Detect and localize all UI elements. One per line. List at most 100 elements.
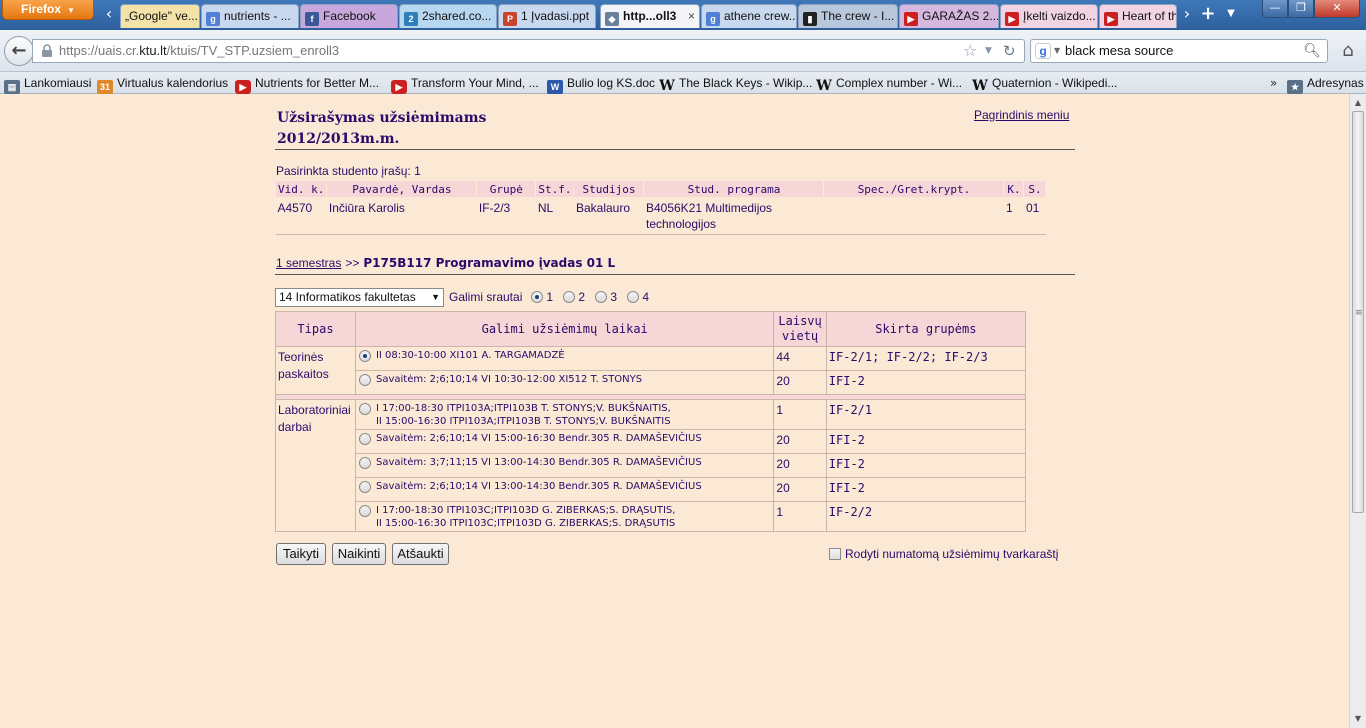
tab-facebook[interactable]: f Facebook xyxy=(300,4,398,28)
stream-radio-4[interactable]: 4 xyxy=(627,290,649,305)
stream-radio-2[interactable]: 2 xyxy=(563,290,585,305)
google-search-engine-icon[interactable]: g xyxy=(1035,43,1051,59)
bookmark-black-keys[interactable]: W The Black Keys - Wikip... xyxy=(659,72,812,94)
tab-ikelti-vaizdo[interactable]: ▶ Įkelti vaizdo... xyxy=(1000,4,1098,28)
magnifier-icon[interactable]: 🔍︎ xyxy=(1303,40,1321,62)
bookmark-complex-number[interactable]: W Complex number - Wi... xyxy=(816,72,962,94)
tab-garazas[interactable]: ▶ GARAŽAS 2... xyxy=(899,4,999,28)
tab-powerpoint[interactable]: P 1 Įvadasi.ppt xyxy=(498,4,596,28)
table-row[interactable]: I 17:00-18:30 ITPI103C;ITPI103D G. ZIBER… xyxy=(276,501,1027,532)
tab-the-crew[interactable]: ▮ The crew - I... xyxy=(798,4,898,28)
bookmark-star-icon[interactable]: ☆ xyxy=(963,40,977,62)
scroll-down-arrow-icon[interactable]: ▼ xyxy=(1351,711,1365,726)
close-tab-icon[interactable]: × xyxy=(688,5,695,27)
vertical-scrollbar[interactable]: ▲ ≡ ▼ xyxy=(1349,94,1366,728)
lock-icon xyxy=(42,44,52,57)
bookmark-folder-adresynas[interactable]: ★ Adresynas xyxy=(1287,72,1364,94)
firefox-menu-button[interactable]: Firefox ▼ xyxy=(2,0,94,20)
table-row[interactable]: A4570 Inčiūra Karolis IF-2/3 NL Bakalaur… xyxy=(275,197,1046,235)
radio-icon[interactable] xyxy=(358,457,371,469)
stream-radio-1[interactable]: 1 xyxy=(531,290,553,305)
time-slot[interactable]: Savaitėm: 2;6;10;14 VI 10:30-12:00 XI512… xyxy=(354,370,775,395)
student-id: A4570 xyxy=(275,197,327,235)
bookmark-label: The Black Keys - Wikip... xyxy=(679,76,813,90)
search-input[interactable]: black mesa source xyxy=(1065,40,1173,62)
bookmark-transform-your-mind[interactable]: ▶ Transform Your Mind, ... xyxy=(391,72,539,94)
selected-records-count: Pasirinkta studento įrašų: 1 xyxy=(276,164,421,178)
column-header: S. xyxy=(1023,180,1047,198)
time-slot-text: I 17:00-18:30 ITPI103C;ITPI103D G. ZIBER… xyxy=(375,505,676,516)
back-arrow-icon[interactable]: ← xyxy=(4,36,34,66)
time-slot[interactable]: I 17:00-18:30 ITPI103A;ITPI103B T. STONY… xyxy=(354,399,775,430)
bookmark-label: Lankomiausi xyxy=(24,76,92,90)
time-slot-text: II 08:30-10:00 XI101 A. TARGAMADZĖ xyxy=(375,350,565,361)
history-dropdown-icon[interactable]: ▼ xyxy=(985,40,992,62)
radio-icon[interactable] xyxy=(627,291,639,303)
time-slot[interactable]: II 08:30-10:00 XI101 A. TARGAMADZĖ xyxy=(354,346,775,371)
table-row[interactable]: Savaitėm: 3;7;11;15 VI 13:00-14:30 Bendr… xyxy=(276,453,1027,478)
time-slot[interactable]: I 17:00-18:30 ITPI103C;ITPI103D G. ZIBER… xyxy=(354,501,775,532)
bookmark-nutrients[interactable]: ▶ Nutrients for Better M... xyxy=(235,72,379,94)
more-bookmarks-icon[interactable]: » xyxy=(1270,72,1277,94)
radio-selected-icon[interactable] xyxy=(358,350,371,362)
column-header: Tipas xyxy=(275,311,356,347)
stream-radio-3[interactable]: 3 xyxy=(595,290,617,305)
table-row[interactable]: Savaitėm: 2;6;10;14 VI 13:00-14:30 Bendr… xyxy=(276,477,1027,502)
cancel-button[interactable]: Atšaukti xyxy=(392,543,449,565)
radio-icon[interactable] xyxy=(358,433,371,445)
home-icon[interactable]: ⌂ xyxy=(1336,39,1360,63)
table-row[interactable]: Savaitėm: 2;6;10;14 VI 15:00-16:30 Bendr… xyxy=(276,429,1027,454)
radio-selected-icon[interactable] xyxy=(531,291,543,303)
scroll-tabs-right-icon[interactable]: › xyxy=(1178,3,1196,27)
radio-icon[interactable] xyxy=(358,374,371,386)
free-places: 20 xyxy=(773,370,827,395)
list-all-tabs-icon[interactable]: ▼ xyxy=(1222,3,1240,27)
tab-2shared[interactable]: 2 2shared.co... xyxy=(399,4,497,28)
search-bar[interactable]: g ▼ black mesa source 🔍︎ xyxy=(1030,39,1328,63)
tab-athene-crew[interactable]: g athene crew... xyxy=(701,4,797,28)
reload-icon[interactable]: ↻ xyxy=(1003,40,1016,62)
firefox-label: Firefox xyxy=(21,2,62,16)
radio-icon[interactable] xyxy=(358,505,371,517)
radio-icon[interactable] xyxy=(358,403,371,415)
time-slot[interactable]: Savaitėm: 2;6;10;14 VI 13:00-14:30 Bendr… xyxy=(354,477,775,502)
checkbox-icon[interactable] xyxy=(829,548,841,560)
show-schedule-checkbox[interactable]: Rodyti numatomą užsiėmimų tvarkaraštį xyxy=(829,547,1058,561)
time-slot[interactable]: Savaitėm: 2;6;10;14 VI 15:00-16:30 Bendr… xyxy=(354,429,775,454)
tab-google-docs[interactable]: „Google" ve... xyxy=(120,4,200,28)
close-window-icon[interactable]: ✕ xyxy=(1314,0,1360,18)
new-tab-icon[interactable]: + xyxy=(1198,3,1218,27)
scroll-up-arrow-icon[interactable]: ▲ xyxy=(1351,95,1365,110)
radio-icon[interactable] xyxy=(563,291,575,303)
class-times-header: Tipas Galimi užsiėmimų laikai Laisvų vie… xyxy=(275,311,1027,347)
apply-button[interactable]: Taikyti xyxy=(276,543,326,565)
bookmark-bulio-log[interactable]: W Bulio log KS.doc xyxy=(547,72,655,94)
faculty-select[interactable]: 14 Informatikos fakultetas ▼ xyxy=(275,288,444,307)
chevron-down-icon[interactable]: ▼ xyxy=(1054,40,1060,62)
tab-nutrients[interactable]: g nutrients - ... xyxy=(201,4,299,28)
bookmark-virtualus-kalendorius[interactable]: 31 Virtualus kalendorius xyxy=(97,72,228,94)
main-menu-link[interactable]: Pagrindinis meniu xyxy=(974,108,1069,122)
delete-button[interactable]: Naikinti xyxy=(332,543,386,565)
bookmark-lankomiausi[interactable]: ▤ Lankomiausi xyxy=(4,72,91,94)
scroll-thumb[interactable]: ≡ xyxy=(1352,111,1364,513)
google-icon: g xyxy=(706,12,720,26)
radio-icon[interactable] xyxy=(358,481,371,493)
url-bar[interactable]: https://uais.cr.ktu.lt/ktuis/TV_STP.uzsi… xyxy=(32,39,1025,63)
student-course: 1 xyxy=(1003,197,1024,235)
bookmark-quaternion[interactable]: W Quaternion - Wikipedi... xyxy=(972,72,1117,94)
scroll-tabs-left-icon[interactable]: ‹ xyxy=(100,3,118,27)
table-row[interactable]: Savaitėm: 2;6;10;14 VI 10:30-12:00 XI512… xyxy=(276,370,1027,395)
time-slot[interactable]: Savaitėm: 3;7;11;15 VI 13:00-14:30 Bendr… xyxy=(354,453,775,478)
table-row[interactable]: Teorinės paskaitos II 08:30-10:00 XI101 … xyxy=(275,346,1027,395)
maximize-window-icon[interactable]: ❐ xyxy=(1288,0,1314,18)
grip-icon: ≡ xyxy=(1355,308,1363,318)
radio-icon[interactable] xyxy=(595,291,607,303)
tab-ktu-active[interactable]: ◆ http...oll3 × xyxy=(600,4,700,28)
table-row[interactable]: Laboratoriniai darbai I 17:00-18:30 ITPI… xyxy=(275,399,1027,532)
wikipedia-icon: W xyxy=(659,78,675,94)
youtube-icon: ▶ xyxy=(904,12,918,26)
tab-heart-of[interactable]: ▶ Heart of th xyxy=(1099,4,1177,28)
semester-link[interactable]: 1 semestras xyxy=(276,256,341,270)
minimize-window-icon[interactable]: — xyxy=(1262,0,1288,18)
